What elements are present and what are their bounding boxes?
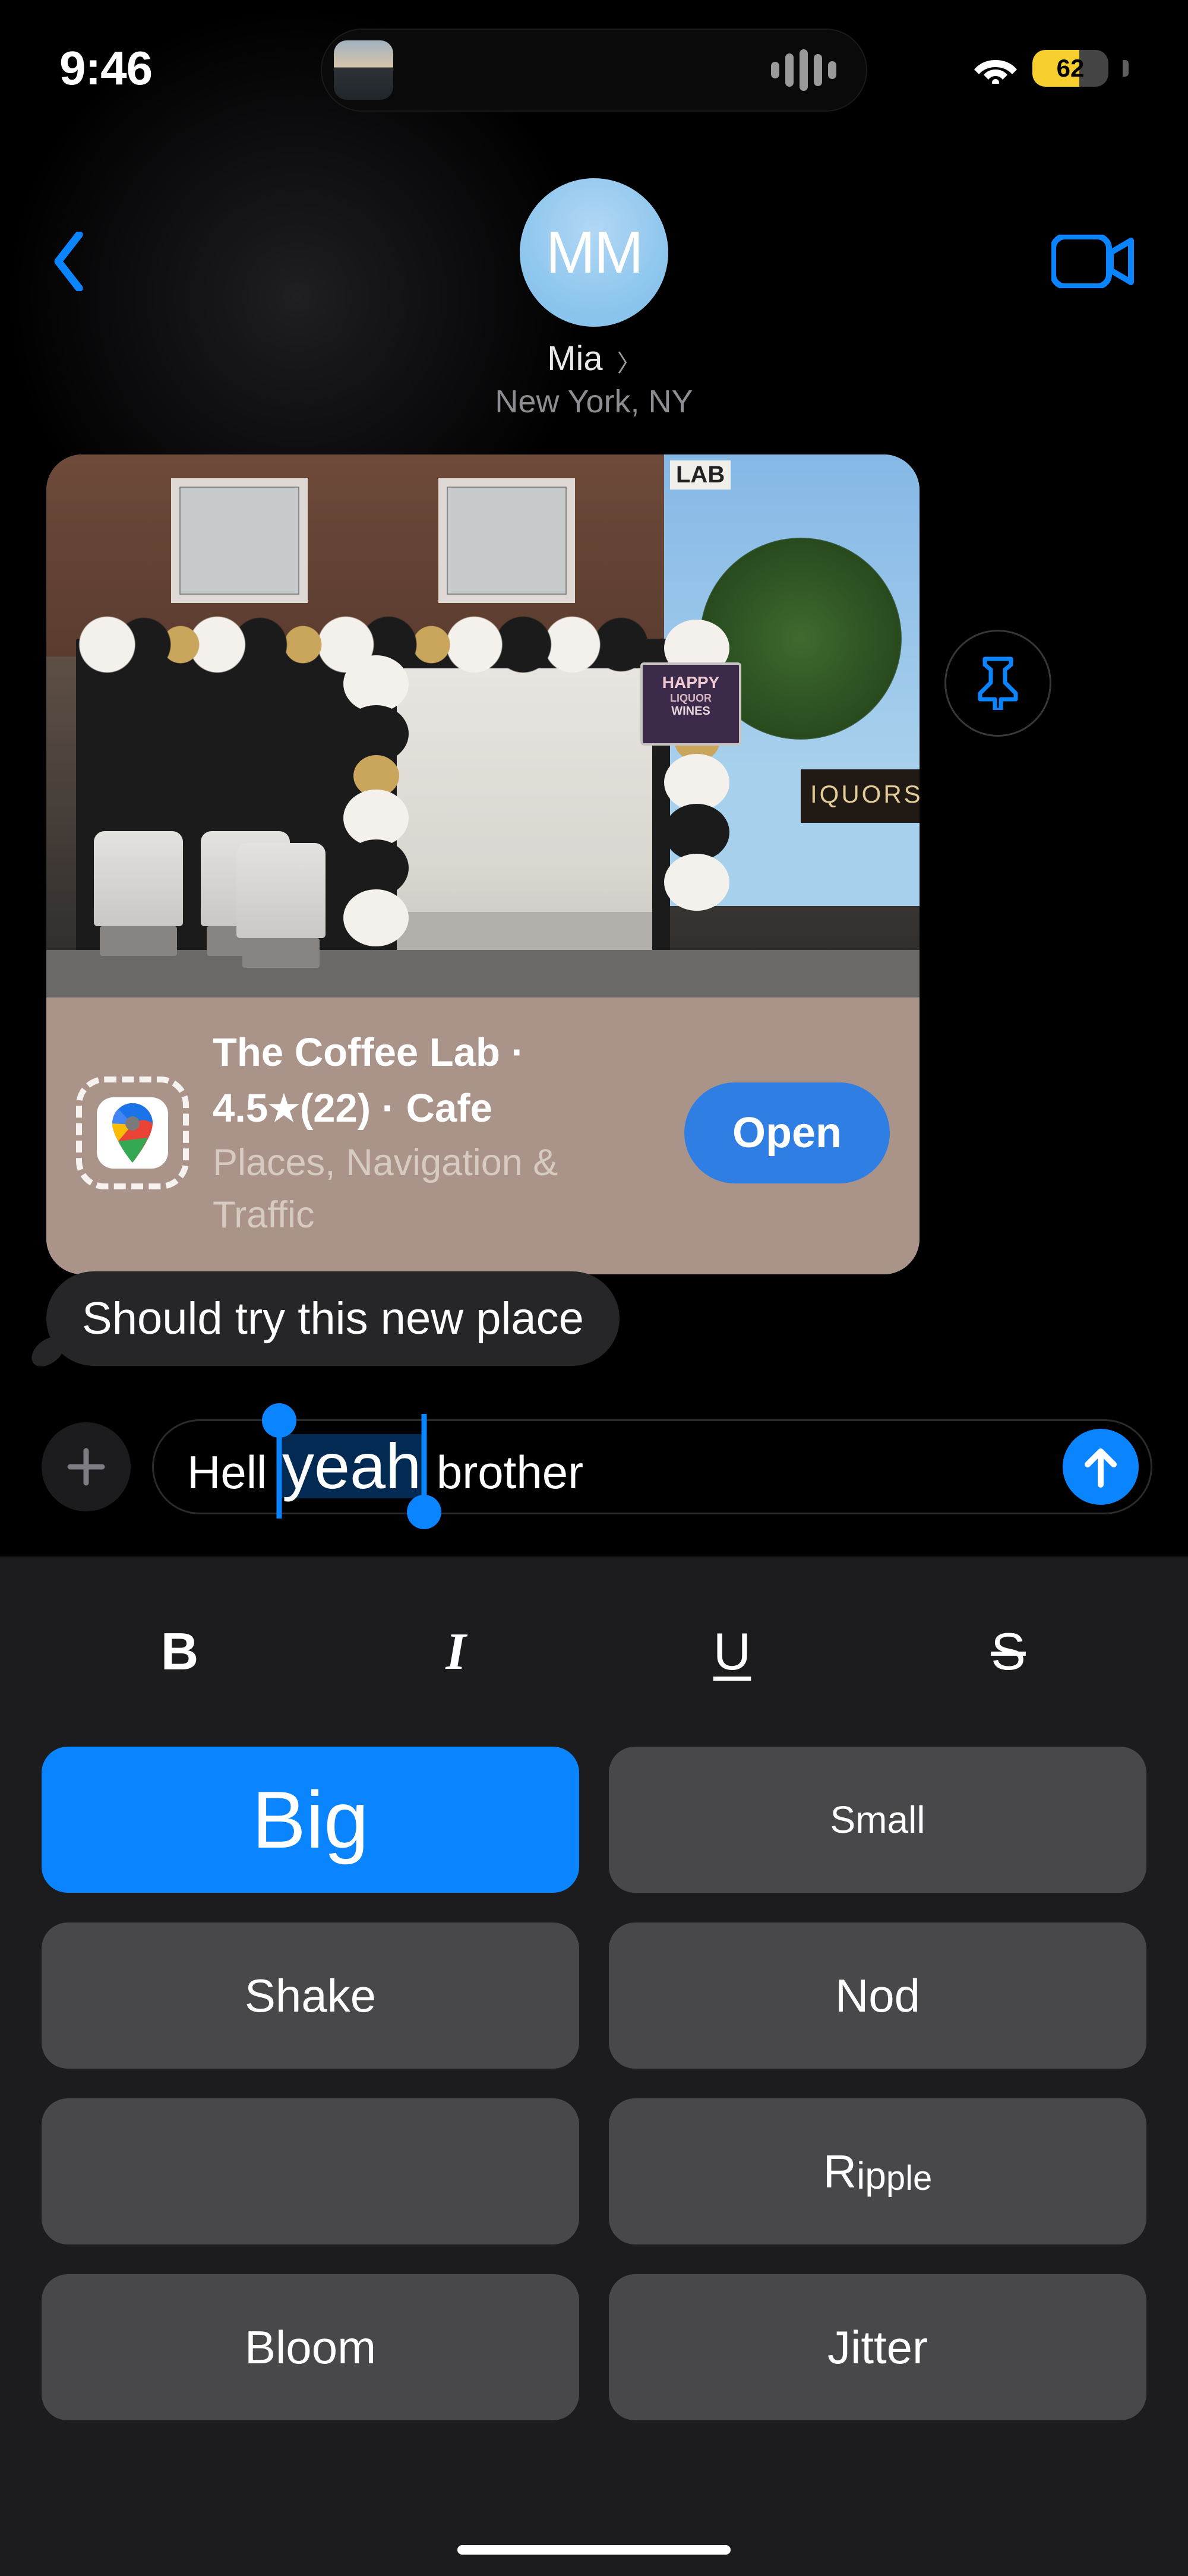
style-row: B I U S [42,1592,1146,1711]
pin-button[interactable] [944,630,1051,737]
effect-small[interactable]: Small [609,1747,1146,1893]
underline-button[interactable]: U [594,1621,870,1682]
status-bar: 9:46 62 [0,0,1188,137]
battery-tip [1123,60,1129,77]
selected-text: yeah [280,1434,424,1498]
place-rating: 4.5 [213,1086,268,1131]
effect-ripple[interactable]: Ripple [609,2098,1146,2244]
star-icon: ★ [268,1088,300,1128]
place-card-info: The Coffee Lab · 4.5★(22) · Cafe Places,… [46,997,920,1274]
home-indicator[interactable] [457,2545,731,2555]
attachments-button[interactable] [42,1422,131,1511]
bold-button[interactable]: B [42,1621,318,1682]
place-text: The Coffee Lab · 4.5★(22) · Cafe Places,… [213,1025,661,1241]
send-button[interactable] [1063,1429,1139,1505]
audio-waveform-icon [771,49,854,91]
liquor-sign: IQUORS [801,769,920,823]
effect-jitter[interactable]: Jitter [609,2274,1146,2420]
wifi-icon [974,50,1017,87]
storefront-label: LAB [670,460,731,490]
conversation-header: MM Mia 〉 New York, NY [0,149,1188,457]
effect-big[interactable]: Big [42,1747,579,1893]
place-subtitle: Places, Navigation & Traffic [213,1137,661,1241]
selection-handle-start[interactable] [262,1403,296,1438]
message-input[interactable]: Hell yeah brother [152,1419,1152,1514]
app-clip-icon [76,1077,189,1189]
place-title: The Coffee Lab [213,1030,500,1075]
strikethrough-button[interactable]: S [870,1621,1146,1682]
back-button[interactable] [42,226,95,297]
facetime-button[interactable] [1051,226,1135,297]
chevron-right-icon: 〉 [617,351,641,377]
contact-name[interactable]: Mia 〉 [0,339,1188,378]
place-photo: LAB HAPPY LIQUOR WINES IQUORS [46,454,920,997]
place-review-count: (22) [300,1086,371,1131]
battery-indicator: 62 [1032,50,1108,87]
text-effects-panel: B I U S Big Small Shake Nod Ripple Bloom… [0,1557,1188,2576]
contact-location: New York, NY [0,383,1188,420]
selection-handle-end[interactable] [407,1495,441,1529]
effect-shake[interactable]: Shake [42,1922,579,2069]
place-category: Cafe [406,1086,492,1131]
italic-button[interactable]: I [318,1622,594,1682]
effect-bloom[interactable]: Bloom [42,2274,579,2420]
neighbor-sign: HAPPY LIQUOR WINES [640,662,741,746]
effect-nod[interactable]: Nod [609,1922,1146,2069]
effect-explode[interactable] [42,2098,579,2244]
avatar[interactable]: MM [520,178,668,327]
incoming-message[interactable]: Should try this new place [46,1271,620,1366]
now-playing-thumbnail [334,40,393,100]
place-card[interactable]: LAB HAPPY LIQUOR WINES IQUORS [46,454,920,1274]
open-button[interactable]: Open [684,1082,890,1183]
google-maps-icon [111,1103,154,1163]
effects-grid: Big Small Shake Nod Ripple Bloom Jitter [42,1747,1146,2420]
message-text: Hell yeah brother [187,1434,583,1499]
dynamic-island[interactable] [321,29,867,112]
status-time: 9:46 [59,41,152,96]
compose-row: Hell yeah brother [42,1410,1152,1523]
